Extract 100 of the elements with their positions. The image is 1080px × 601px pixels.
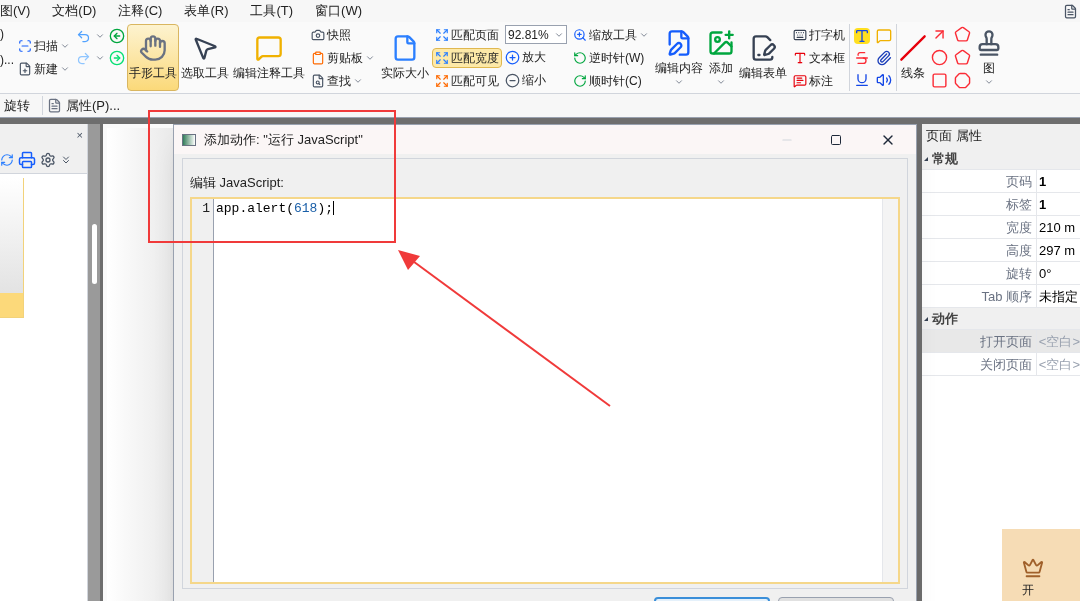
comment-icon [255,33,283,62]
menu-item[interactable]: 表单(R) [184,1,229,21]
caret-icon [60,41,70,51]
section-header[interactable]: 动作 [922,308,1080,330]
property-label: 标签 [922,193,1037,215]
menu-item[interactable]: 文档(D) [52,1,97,21]
page-thumbnail[interactable] [0,178,24,318]
highlight-text-icon[interactable] [854,27,870,44]
text-box-icon [793,50,807,65]
menu-item[interactable]: 窗口(W) [315,1,363,21]
toolbar-button[interactable]: 打字机 [790,24,848,45]
property-label: 高度 [922,239,1037,261]
document-icon[interactable] [1063,3,1078,19]
add-image-icon [707,28,735,57]
polygon-icon[interactable] [954,26,971,43]
ribbon-button[interactable]: 线条 [897,24,929,91]
property-row[interactable]: 旋转 0° [922,262,1080,285]
property-row[interactable]: 打开页面 <空白> [922,330,1080,353]
undo-icon[interactable] [76,28,91,44]
toolbar-button[interactable]: 剪贴板 [308,47,378,68]
toolbar-button[interactable]: 标注 [790,70,848,91]
pentagon-icon[interactable] [954,49,971,66]
crown-icon [1022,557,1044,579]
ribbon-button[interactable]: 编辑注释工具 [231,24,307,91]
maximize-icon[interactable] [830,133,842,146]
search-icon [311,73,325,88]
toolbar-button[interactable]: 旋转 [0,95,34,116]
caret-icon [95,31,105,41]
caret-icon [95,53,105,63]
property-label: 打开页面 [922,330,1037,352]
ribbon-button[interactable]: 编辑内容 [653,24,705,91]
ribbon-button[interactable]: 图 [973,24,1005,91]
property-row[interactable]: 关闭页面 <空白> [922,353,1080,376]
property-label: Tab 顺序 [922,285,1037,307]
ribbon-button[interactable]: 手形工具 [127,24,179,91]
rotate-left-icon [573,50,587,65]
toolbar-label[interactable]: )... [0,50,14,69]
code-editor[interactable]: 1 app.alert(618); [190,196,900,584]
ribbon-button[interactable]: 编辑表单 [737,24,789,91]
property-row[interactable]: 高度 297 m [922,239,1080,262]
clipboard-icon [311,50,325,65]
scrollbar[interactable] [882,198,898,582]
print-icon[interactable] [18,150,36,169]
toolbar-button[interactable]: 逆时针(W) [570,47,652,68]
section-header[interactable]: 常规 [922,148,1080,170]
toolbar-button[interactable]: 缩小 [505,70,567,90]
menu-item[interactable]: 注释(C) [118,1,163,21]
hand-icon [139,33,167,62]
callout-icon [793,73,807,88]
property-value: 297 m [1038,242,1076,260]
fit-visible-icon [435,73,449,88]
underline-icon[interactable] [854,71,870,88]
fit-page-icon [435,27,449,42]
banner-text: 开 [1022,582,1034,599]
menu-item[interactable]: 工具(T) [250,1,294,21]
field-label: 编辑 JavaScript: [190,174,285,193]
close-button[interactable]: × [76,126,83,144]
toolbar-button[interactable]: 查找 [308,70,378,91]
more-icon[interactable] [60,153,72,166]
toolbar-button[interactable]: 文本框 [790,47,848,68]
property-row[interactable]: 宽度 210 m [922,216,1080,239]
new-file-icon [18,62,32,76]
property-value: <空白> [1037,356,1080,374]
ribbon-button[interactable]: 选取工具 [179,24,231,91]
property-row[interactable]: 页码 1 [922,170,1080,193]
zoom-combo[interactable]: 92.81% [505,25,567,44]
line-number: 1 [202,199,210,218]
paperclip-icon[interactable] [876,49,892,66]
property-label: 旋转 [922,262,1037,284]
toolbar-button[interactable]: 属性(P)... [42,95,125,116]
toolbar-button[interactable]: 放大 [505,47,567,67]
ribbon-button[interactable]: 实际大小 [379,24,431,91]
strikethrough-icon[interactable] [854,49,870,66]
vip-banner[interactable]: 开 [1002,529,1080,601]
splitter-handle[interactable] [91,224,97,284]
toolbar-button[interactable]: 新建 [15,59,73,79]
property-value: 未指定 [1038,288,1078,306]
scanner-icon [18,39,32,53]
properties-icon [47,98,62,113]
rotate-icon[interactable] [0,152,14,167]
toolbar-button[interactable]: 扫描 [15,36,73,56]
menu-item[interactable]: 图(V) [0,1,31,21]
toolbar-button[interactable]: 顺时针(C) [570,70,652,91]
property-row[interactable]: 标签 1 [922,193,1080,216]
toolbar-button[interactable]: 缩放工具 [570,24,652,45]
toolbar-button[interactable]: 匹配页面 [432,24,502,45]
speaker-icon[interactable] [876,71,892,88]
circle-icon[interactable] [931,49,948,66]
toolbar-label[interactable]: ) [0,24,14,43]
zoom-in-icon [505,49,520,65]
back-icon[interactable] [109,28,125,44]
zoom-out-icon [505,72,520,88]
toolbar-button[interactable]: 匹配宽度 [432,47,502,68]
square-icon[interactable] [931,72,948,89]
ribbon-button[interactable]: 添加 [705,24,737,91]
camera-icon [311,27,325,42]
toolbar-button[interactable]: 快照 [308,24,378,45]
property-value: 0° [1038,265,1052,283]
toolbar-button[interactable]: 匹配可见 [432,70,502,91]
page-settings-icon[interactable] [40,151,56,168]
